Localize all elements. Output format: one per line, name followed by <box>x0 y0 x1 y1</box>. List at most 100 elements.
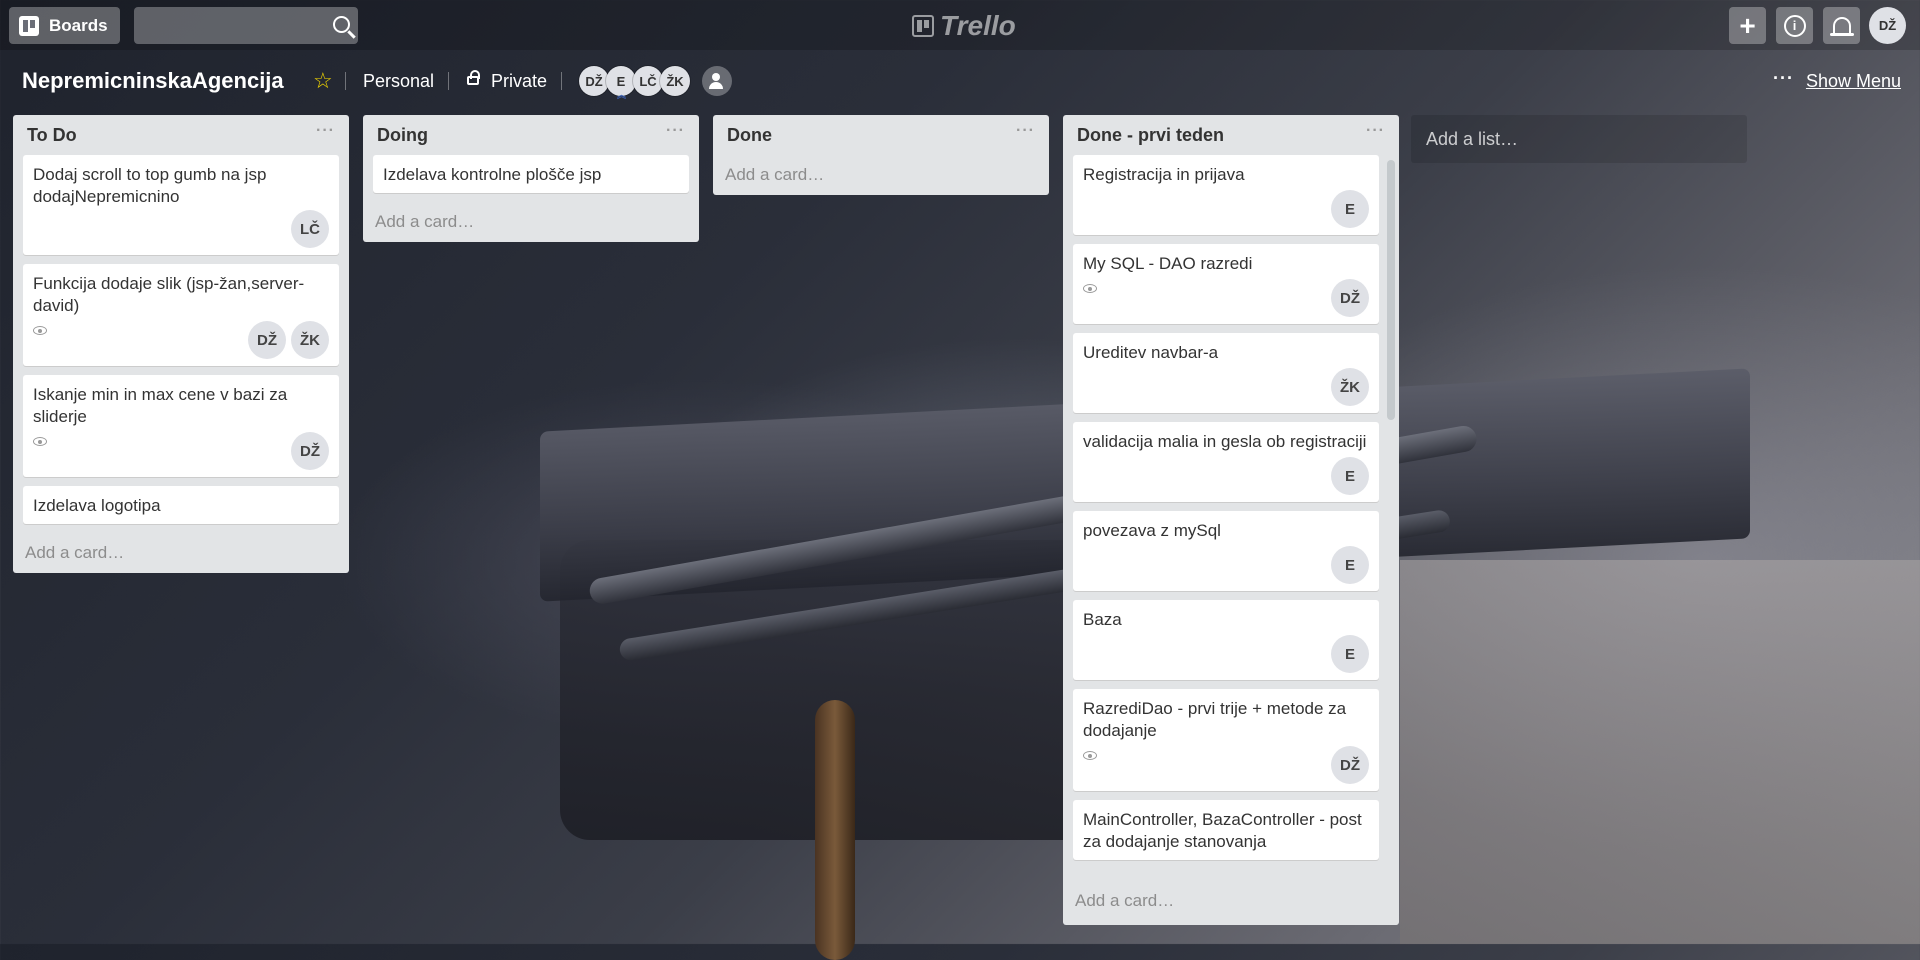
card-title: MainController, BazaController - post za… <box>1083 810 1362 851</box>
list-title[interactable]: Doing <box>377 125 428 146</box>
lock-icon <box>467 70 480 85</box>
card-member-avatar[interactable]: DŽ <box>248 321 286 359</box>
card-title: Baza <box>1083 610 1122 629</box>
card-member-avatar[interactable]: E <box>1331 546 1369 584</box>
list-menu-icon[interactable]: ··· <box>1016 122 1035 140</box>
trello-logo-icon <box>912 15 934 37</box>
bell-icon <box>1829 16 1854 36</box>
card-member-avatar[interactable]: E <box>1331 635 1369 673</box>
board-title[interactable]: NepremicninskaAgencija <box>22 68 284 94</box>
card-title: Izdelava kontrolne plošče jsp <box>383 165 602 184</box>
card-member-avatar[interactable]: ŽK <box>291 321 329 359</box>
list-header[interactable]: Done - prvi teden ··· <box>1073 115 1389 155</box>
add-card-button[interactable]: Add a card… <box>23 533 339 573</box>
notifications-button[interactable] <box>1823 7 1860 44</box>
list-header[interactable]: Done ··· <box>723 115 1039 155</box>
member-avatar[interactable]: DŽ <box>579 66 609 96</box>
card-badges: DŽ <box>1083 746 1369 784</box>
list-title[interactable]: Done - prvi teden <box>1077 125 1224 146</box>
card-member-avatar[interactable]: E <box>1331 190 1369 228</box>
list-menu-icon[interactable]: ··· <box>1366 122 1385 140</box>
card[interactable]: Baza E <box>1073 600 1379 680</box>
list-to-do: To Do ··· Dodaj scroll to top gumb na js… <box>13 115 349 573</box>
star-icon[interactable]: ☆ <box>313 68 333 94</box>
card-title: Ureditev navbar-a <box>1083 343 1219 362</box>
card[interactable]: Izdelava kontrolne plošče jsp <box>373 155 689 193</box>
member-avatar[interactable]: ŽK <box>660 66 690 96</box>
watch-icon <box>33 437 47 446</box>
card-title: RazrediDao - prvi trije + metode za doda… <box>1083 699 1347 740</box>
card-badges: E <box>1083 635 1369 673</box>
boards-icon <box>19 15 39 36</box>
list-menu-icon[interactable]: ··· <box>666 122 685 140</box>
card[interactable]: validacija malia in gesla ob registracij… <box>1073 422 1379 502</box>
board-members: DŽ E ︽ LČ ŽK <box>579 66 690 100</box>
card-badges: DŽ ŽK <box>33 321 329 359</box>
add-person-icon <box>709 73 725 89</box>
add-card-button[interactable]: Add a card… <box>723 155 1039 195</box>
list-header[interactable]: Doing ··· <box>373 115 689 155</box>
card-member-avatar[interactable]: E <box>1331 457 1369 495</box>
card[interactable]: povezava z mySql E <box>1073 511 1379 591</box>
list-menu-icon[interactable]: ··· <box>316 122 335 140</box>
admin-chevron-icon: ︽ <box>616 90 626 100</box>
card-title: Funkcija dodaje slik (jsp-žan,server-dav… <box>33 274 305 315</box>
list-done-prvi-teden: Done - prvi teden ··· Registracija in pr… <box>1063 115 1399 925</box>
divider <box>345 72 346 90</box>
card-member-avatar[interactable]: LČ <box>291 210 329 248</box>
add-card-button[interactable]: Add a card… <box>373 202 689 242</box>
add-list-button[interactable]: Add a list… <box>1411 115 1747 163</box>
card[interactable]: Dodaj scroll to top gumb na jsp dodajNep… <box>23 155 339 255</box>
card[interactable]: Iskanje min in max cene v bazi za slider… <box>23 375 339 477</box>
search-input[interactable] <box>134 7 334 42</box>
list-header[interactable]: To Do ··· <box>23 115 339 155</box>
card-badges: ŽK <box>1083 368 1369 406</box>
trello-logo-text: Trello <box>940 10 1016 41</box>
card-title: Iskanje min in max cene v bazi za slider… <box>33 385 288 426</box>
divider <box>561 72 562 90</box>
plus-icon: + <box>1739 9 1756 41</box>
card-title: validacija malia in gesla ob registracij… <box>1083 432 1367 451</box>
add-card-button[interactable]: Add a card… <box>1073 881 1389 921</box>
card[interactable]: My SQL - DAO razredi DŽ <box>1073 244 1379 324</box>
boards-button[interactable]: Boards <box>9 7 120 44</box>
card-badges: DŽ <box>1083 279 1369 317</box>
create-button[interactable]: + <box>1729 7 1766 44</box>
user-avatar[interactable]: DŽ <box>1869 7 1906 44</box>
card-title: Registracija in prijava <box>1083 165 1245 184</box>
card[interactable]: RazrediDao - prvi trije + metode za doda… <box>1073 689 1379 791</box>
info-button[interactable]: i <box>1776 7 1813 44</box>
visibility-button[interactable]: Private <box>491 71 547 92</box>
list-doing: Doing ··· Izdelava kontrolne plošče jsp … <box>363 115 699 242</box>
watch-icon <box>1083 751 1097 760</box>
card-badges: DŽ <box>33 432 329 470</box>
card-member-avatar[interactable]: DŽ <box>1331 746 1369 784</box>
member-initials: E <box>616 73 626 89</box>
card[interactable]: Izdelava logotipa <box>23 486 339 524</box>
list-done: Done ··· Add a card… <box>713 115 1049 195</box>
card-badges: LČ <box>33 210 329 248</box>
card-member-avatar[interactable]: DŽ <box>1331 279 1369 317</box>
card-title: Izdelava logotipa <box>33 496 161 515</box>
card[interactable]: Registracija in prijava E <box>1073 155 1379 235</box>
divider <box>448 72 449 90</box>
card-member-avatar[interactable]: DŽ <box>291 432 329 470</box>
search-icon[interactable] <box>333 16 350 33</box>
list-scrollbar[interactable] <box>1387 160 1395 420</box>
list-title[interactable]: To Do <box>27 125 77 146</box>
member-avatar[interactable]: E ︽ <box>606 66 636 100</box>
card-member-avatar[interactable]: ŽK <box>1331 368 1369 406</box>
card-badges: E <box>1083 457 1369 495</box>
card[interactable]: Funkcija dodaje slik (jsp-žan,server-dav… <box>23 264 339 366</box>
card[interactable]: Ureditev navbar-a ŽK <box>1073 333 1379 413</box>
trello-logo[interactable]: Trello <box>912 10 1016 42</box>
card-title: Dodaj scroll to top gumb na jsp dodajNep… <box>33 165 267 206</box>
info-icon: i <box>1783 14 1806 37</box>
show-menu-button[interactable]: ··· Show Menu <box>1773 68 1901 92</box>
add-member-button[interactable] <box>702 66 732 96</box>
member-avatar[interactable]: LČ <box>633 66 663 96</box>
team-button[interactable]: Personal <box>363 71 434 92</box>
card[interactable]: MainController, BazaController - post za… <box>1073 800 1379 860</box>
list-title[interactable]: Done <box>727 125 772 146</box>
watch-icon <box>1083 284 1097 293</box>
